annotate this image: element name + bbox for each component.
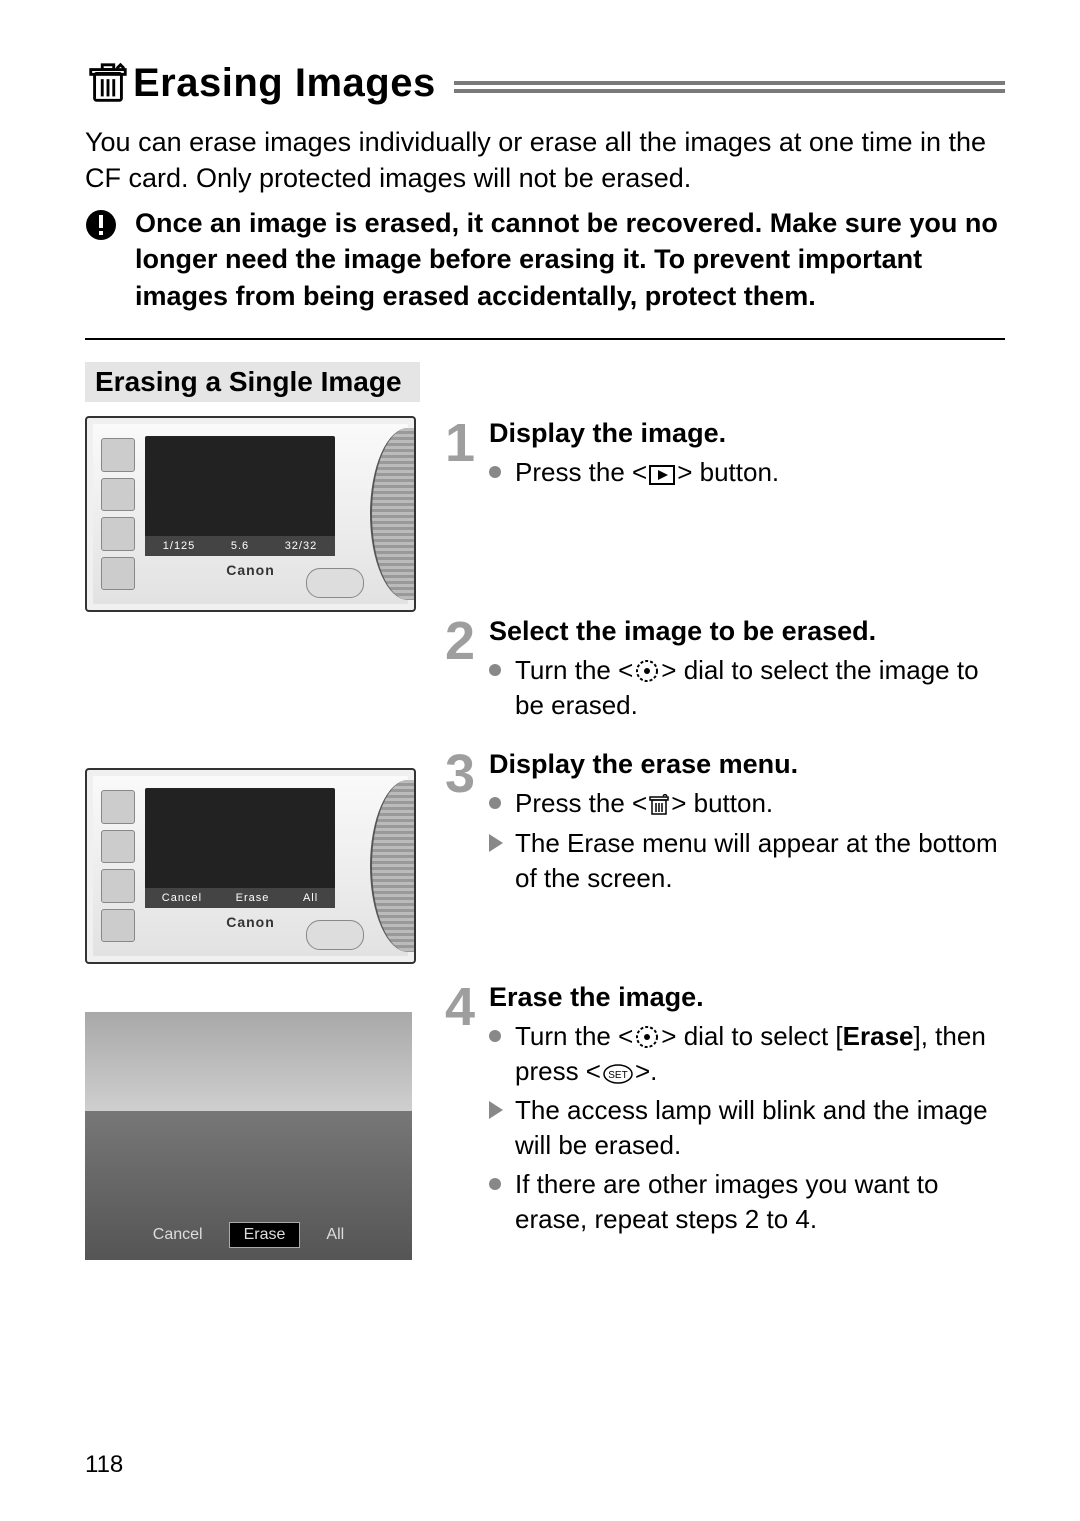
warning-text: Once an image is erased, it cannot be re… — [135, 205, 1005, 314]
menu-erase: Erase — [236, 892, 270, 904]
svg-text:SET: SET — [608, 1070, 627, 1081]
erase-bold: Erase — [843, 1021, 914, 1051]
step-number: 4 — [445, 980, 489, 1034]
step-title: Display the erase menu. — [489, 749, 1001, 780]
menu-all: All — [303, 892, 318, 904]
step-number: 3 — [445, 747, 489, 801]
step-result: The access lamp will blink and the image… — [489, 1093, 1001, 1163]
warning-box: Once an image is erased, it cannot be re… — [85, 205, 1005, 340]
step-3: 3 Display the erase menu. Press the <> b… — [445, 747, 1001, 899]
canon-label: Canon — [226, 914, 275, 930]
trash-small-icon — [649, 794, 669, 816]
overlay-aperture: 5.6 — [231, 540, 249, 552]
page-title-row: Erasing Images — [85, 60, 1005, 106]
step-number: 2 — [445, 614, 489, 668]
step-bullet: Turn the <> dial to select [Erase], then… — [489, 1019, 1001, 1089]
camera-illustration-1: 1/125 5.6 32/32 Canon — [85, 416, 416, 612]
set-icon: SET — [603, 1064, 633, 1084]
step-title: Display the image. — [489, 418, 1001, 449]
dial-icon — [635, 659, 659, 683]
trash-icon — [85, 60, 131, 106]
step-title: Erase the image. — [489, 982, 1001, 1013]
menu-cancel: Cancel — [139, 1223, 217, 1247]
step-result: The Erase menu will appear at the bottom… — [489, 826, 1001, 896]
page-number: 118 — [85, 1451, 123, 1479]
step-number: 1 — [445, 416, 489, 470]
lcd-illustration: Cancel Erase All — [85, 1012, 412, 1260]
menu-erase-selected: Erase — [229, 1222, 301, 1248]
page-title: Erasing Images — [133, 61, 436, 106]
illustration-column: 1/125 5.6 32/32 Canon Cancel Erase — [85, 416, 445, 1261]
intro-text: You can erase images individually or era… — [85, 124, 1005, 197]
step-4: 4 Erase the image. Turn the <> dial to s… — [445, 980, 1001, 1242]
step-bullet: Turn the <> dial to select the image to … — [489, 653, 1001, 723]
manual-page: Erasing Images You can erase images indi… — [0, 0, 1080, 1521]
warning-icon — [85, 209, 117, 241]
step-2: 2 Select the image to be erased. Turn th… — [445, 614, 1001, 727]
step-bullet: Press the <> button. — [489, 786, 1001, 821]
step-bullet: Press the <> button. — [489, 455, 1001, 490]
title-rule — [454, 81, 1005, 85]
step-title: Select the image to be erased. — [489, 616, 1001, 647]
section-subheading: Erasing a Single Image — [85, 362, 420, 402]
canon-label: Canon — [226, 562, 275, 578]
step-1: 1 Display the image. Press the <> button… — [445, 416, 1001, 494]
menu-cancel: Cancel — [162, 892, 202, 904]
menu-all: All — [312, 1223, 358, 1247]
dial-icon — [635, 1025, 659, 1049]
steps-area: 1/125 5.6 32/32 Canon Cancel Erase — [85, 416, 1005, 1261]
step-text-column: 1 Display the image. Press the <> button… — [445, 416, 1005, 1261]
overlay-shutter: 1/125 — [163, 540, 196, 552]
step-bullet: If there are other images you want to er… — [489, 1167, 1001, 1237]
overlay-count: 32/32 — [285, 540, 318, 552]
playback-icon — [649, 465, 675, 485]
camera-illustration-2: Cancel Erase All Canon — [85, 768, 416, 964]
